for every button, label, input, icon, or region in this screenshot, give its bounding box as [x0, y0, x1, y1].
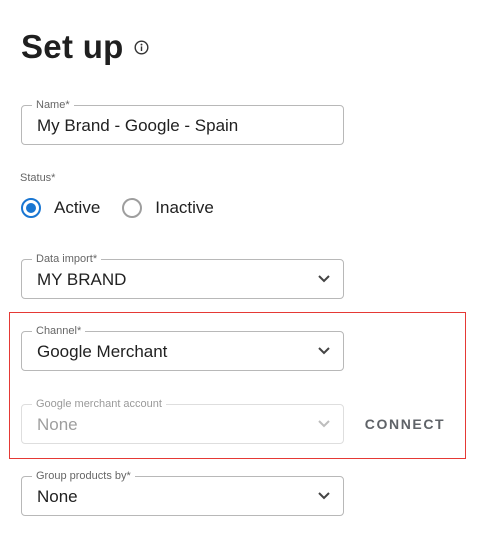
group-products-value: None [37, 487, 78, 506]
merchant-account-select[interactable]: Google merchant account None [21, 397, 344, 444]
data-import-select[interactable]: Data import* MY BRAND [21, 252, 344, 299]
chevron-down-icon [318, 492, 330, 500]
page-header: Set up [21, 28, 149, 66]
page-title: Set up [21, 28, 124, 65]
name-field[interactable]: Name* My Brand - Google - Spain [21, 98, 344, 145]
name-field-value[interactable]: My Brand - Google - Spain [37, 116, 238, 136]
status-radio-inactive[interactable]: Inactive [122, 198, 214, 218]
chevron-down-icon [318, 275, 330, 283]
chevron-down-icon [318, 347, 330, 355]
data-import-label: Data import* [32, 252, 102, 266]
status-radio-group: Active Inactive [21, 198, 236, 218]
channel-label: Channel* [32, 324, 86, 338]
data-import-value: MY BRAND [37, 270, 127, 289]
radio-unchecked-icon [122, 198, 143, 218]
name-field-label: Name* [32, 98, 74, 112]
info-icon[interactable] [134, 39, 149, 55]
merchant-account-label: Google merchant account [32, 397, 166, 411]
chevron-down-icon [318, 420, 330, 428]
merchant-account-value: None [37, 415, 78, 434]
status-radio-active-label: Active [54, 198, 101, 217]
status-radio-active[interactable]: Active [21, 198, 100, 218]
channel-value: Google Merchant [37, 342, 168, 361]
channel-select[interactable]: Channel* Google Merchant [21, 324, 344, 371]
status-label: Status* [20, 172, 56, 184]
radio-checked-icon [21, 198, 41, 218]
group-products-select[interactable]: Group products by* None [21, 469, 344, 516]
group-products-label: Group products by* [32, 469, 135, 483]
status-radio-inactive-label: Inactive [155, 198, 214, 217]
connect-button[interactable]: CONNECT [358, 404, 452, 444]
